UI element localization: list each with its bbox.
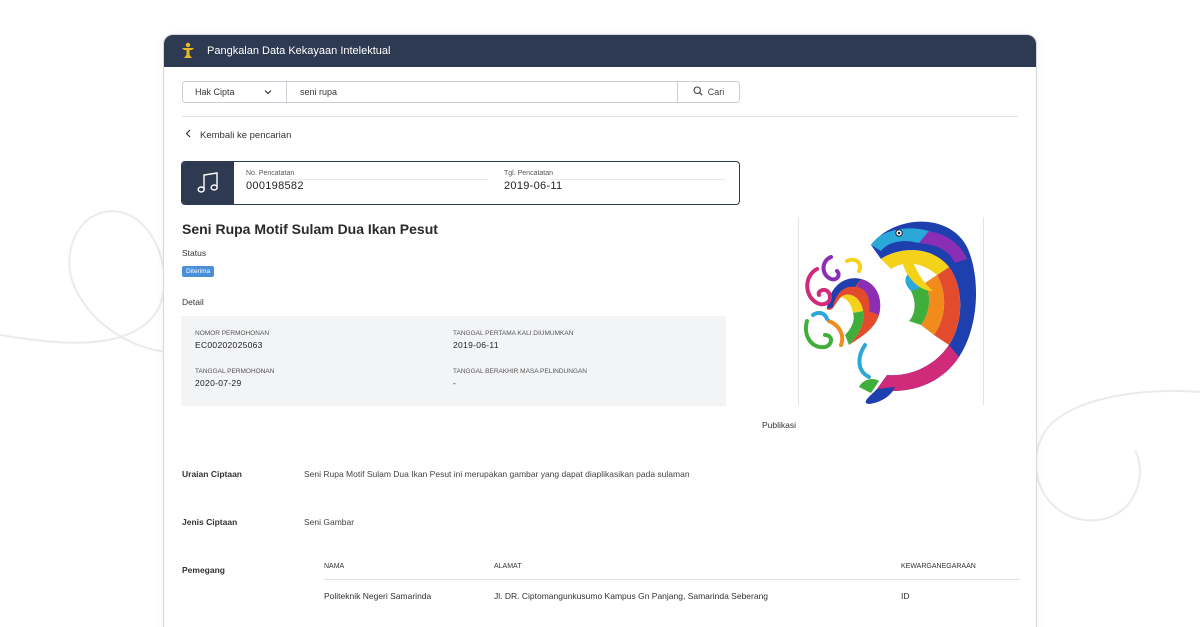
application-date-field: TANGGAL PERMOHONAN 2020-07-29 [195,368,274,388]
back-link[interactable]: Kembali ke pencarian [185,129,291,141]
dolphin-artwork [804,221,977,404]
owner-address: Jl. DR. Ciptomangunkusumo Kampus Gn Panj… [494,591,769,601]
owner-citizenship: ID [901,591,910,601]
record-number-label: No. Pencatatan [246,170,295,177]
application-date-label: TANGGAL PERMOHONAN [195,368,275,375]
description-value: Seni Rupa Motif Sulam Dua Ikan Pesut ini… [304,469,690,479]
owner-name: Politeknik Negeri Samarinda [324,591,432,601]
record-date-value: 2019-06-11 [504,180,563,192]
search-icon [693,86,703,98]
detail-panel: NOMOR PERMOHONAN EC00202025063 TANGGAL P… [181,316,726,406]
chevron-left-icon [185,129,191,141]
search-input[interactable]: seni rupa [287,87,677,97]
column-header-address: ALAMAT [494,563,522,570]
work-title: Seni Rupa Motif Sulam Dua Ikan Pesut [182,221,438,237]
status-badge: Diterima [182,266,215,277]
column-header-citizenship: KEWARGANEGARAAN [901,563,976,570]
search-button[interactable]: Cari [677,82,739,102]
owners-label: Pemegang [182,565,225,575]
protection-end-field: TANGGAL BERAKHIR MASA PELINDUNGAN - [453,368,587,388]
description-label: Uraian Ciptaan [182,469,242,479]
app-window: Pangkalan Data Kekayaan Intelektual Hak … [163,34,1037,627]
type-label: Jenis Ciptaan [182,517,238,527]
application-date-value: 2020-07-29 [195,378,242,388]
divider [182,116,1018,117]
field-line [550,179,725,180]
type-value: Seni Gambar [304,517,355,527]
record-card: No. Pencatatan 000198582 Tgl. Pencatatan… [181,161,740,205]
publication-image[interactable] [798,217,984,405]
table-divider [324,579,1020,580]
record-number-field: No. Pencatatan 000198582 [246,170,488,192]
first-publication-label: TANGGAL PERTAMA KALI DIUMUMKAN [453,330,574,337]
titlebar: Pangkalan Data Kekayaan Intelektual [164,35,1036,67]
first-publication-field: TANGGAL PERTAMA KALI DIUMUMKAN 2019-06-1… [453,330,573,350]
record-number-value: 000198582 [246,180,304,192]
detail-label: Detail [182,297,204,307]
column-header-name: NAMA [324,563,345,570]
app-title: Pangkalan Data Kekayaan Intelektual [207,45,391,57]
protection-end-label: TANGGAL BERAKHIR MASA PELINDUNGAN [453,368,588,375]
category-select-value: Hak Cipta [195,87,235,97]
search-button-label: Cari [707,87,725,97]
protection-end-value: - [453,378,457,388]
first-publication-value: 2019-06-11 [453,340,499,350]
field-line [288,179,488,180]
record-date-label: Tgl. Pencatatan [504,170,554,177]
publication-label: Publikasi [762,420,797,430]
application-number-value: EC00202025063 [195,340,263,350]
search-bar: Hak Cipta seni rupa Cari [182,81,740,103]
record-date-field: Tgl. Pencatatan 2019-06-11 [504,170,725,192]
logo-emblem-icon [180,42,196,60]
category-select[interactable]: Hak Cipta [183,82,287,102]
status-label: Status [182,248,207,258]
application-number-field: NOMOR PERMOHONAN EC00202025063 [195,330,269,350]
music-note-icon [182,162,234,204]
back-link-label: Kembali ke pencarian [200,129,292,141]
application-number-label: NOMOR PERMOHONAN [195,330,270,337]
chevron-down-icon [264,87,272,97]
